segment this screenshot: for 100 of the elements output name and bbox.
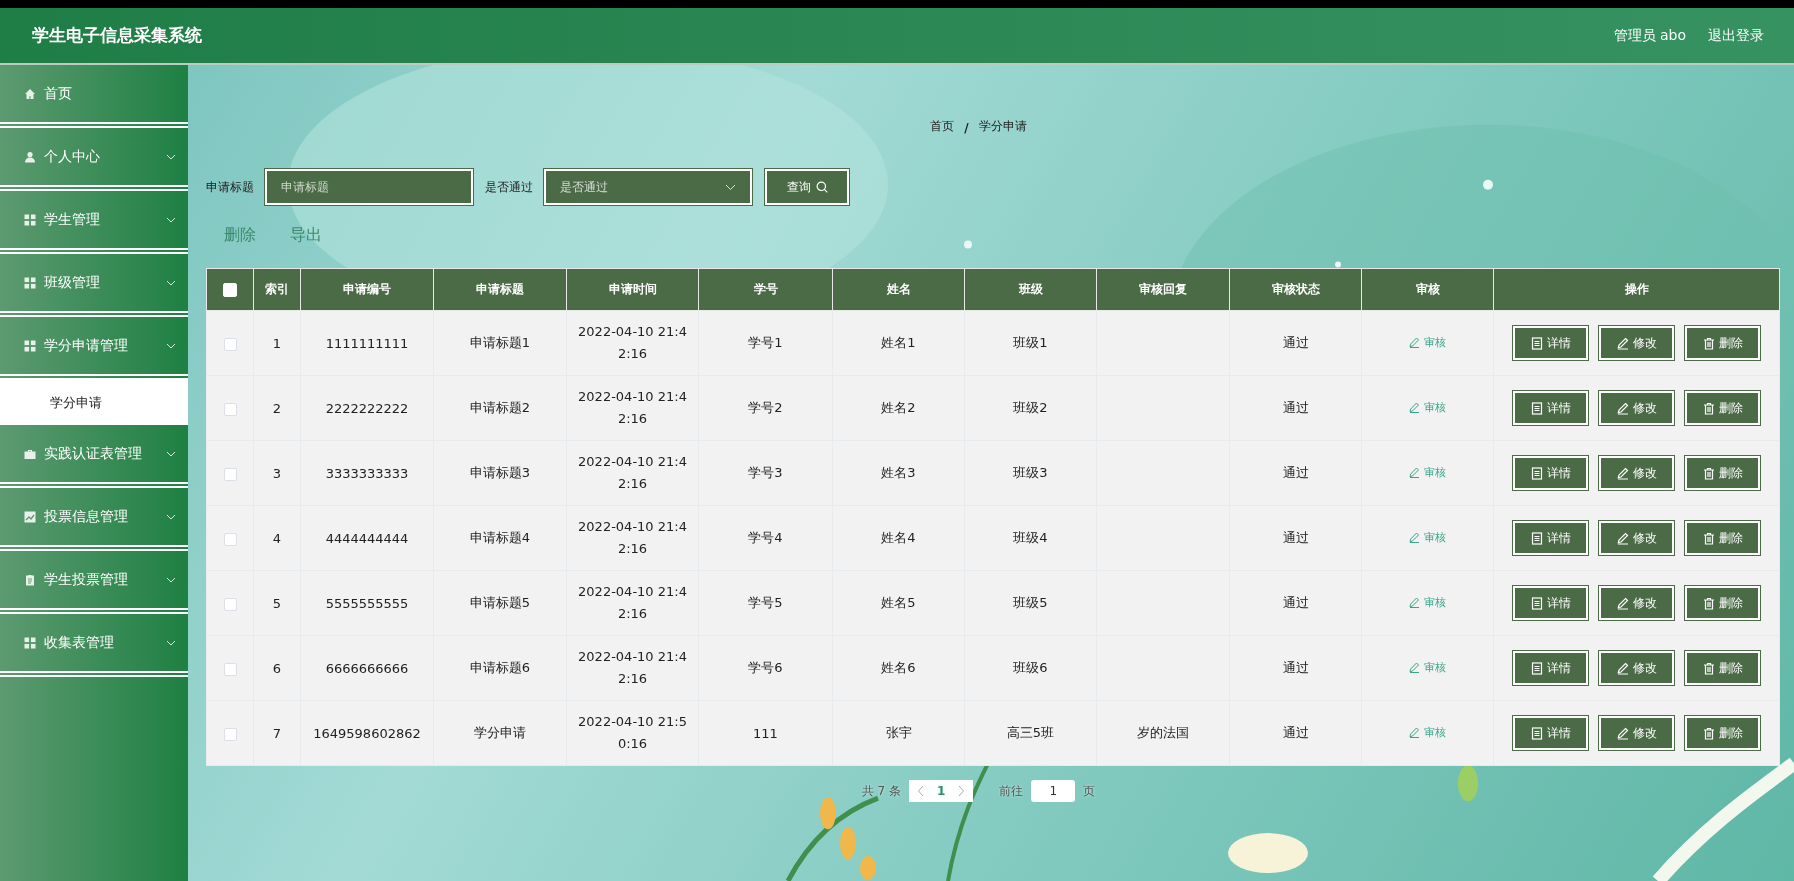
table-cell: 班级6: [1013, 660, 1048, 675]
table-cell: 申请标题3: [469, 465, 531, 480]
row-action-button[interactable]: 修改: [1599, 586, 1674, 620]
table-cell: 1649598602862: [313, 725, 421, 741]
row-action-button[interactable]: 详情: [1513, 326, 1588, 360]
table-cell: 姓名2: [881, 400, 916, 415]
table-cell: 姓名6: [881, 660, 916, 675]
table-cell: 班级5: [1013, 595, 1048, 610]
table-cell: 班级1: [1013, 335, 1048, 350]
table-cell: 申请标题2: [469, 400, 531, 415]
table-cell: 申请标题1: [469, 335, 531, 350]
table-cell: 申请标题6: [469, 660, 531, 675]
field-label: 申请标题: [206, 178, 254, 196]
table-cell: 学号1: [748, 335, 783, 350]
row-action-button[interactable]: 详情: [1513, 456, 1588, 490]
table-cell: 姓名4: [881, 530, 916, 545]
total-count: 共 7 条: [861, 782, 901, 800]
table-cell: 111: [753, 725, 778, 741]
table-cell: 申请标题5: [469, 595, 531, 610]
table-cell: 6: [272, 660, 282, 676]
table-cell: 学号2: [748, 400, 783, 415]
app-title: 学生电子信息采集系统: [32, 24, 202, 47]
column-header: 审核: [1415, 282, 1440, 296]
sidebar-subitem[interactable]: 学分申请: [0, 380, 188, 425]
table-cell: 4444444444: [325, 530, 409, 546]
row-action-button[interactable]: 删除: [1685, 391, 1760, 425]
row-action-button[interactable]: 修改: [1599, 456, 1674, 490]
row-action-button[interactable]: 修改: [1599, 391, 1674, 425]
logout-link[interactable]: 退出登录: [1708, 26, 1764, 45]
row-action-button[interactable]: 删除: [1685, 326, 1760, 360]
table-cell: 张宇: [885, 725, 912, 740]
table-cell: 通过: [1282, 595, 1309, 610]
row-action-button[interactable]: 修改: [1599, 326, 1674, 360]
table-cell: 3: [272, 465, 282, 481]
row-action-button[interactable]: 删除: [1685, 651, 1760, 685]
row-action-button[interactable]: 修改: [1599, 716, 1674, 750]
table-cell: 学分申请: [474, 725, 526, 740]
table-cell: 7: [272, 725, 282, 741]
table-cell-text: 2022-04-10 21:42:16: [577, 583, 688, 623]
table-cell-text: 2022-04-10 21:50:16: [577, 713, 688, 753]
row-action-button[interactable]: 修改: [1599, 521, 1674, 555]
admin-user: 管理员 abo: [1613, 26, 1686, 45]
breadcrumb-current: 学分申请: [978, 118, 1027, 135]
goto-label: 前往: [999, 782, 1024, 800]
row-action-button[interactable]: 删除: [1685, 586, 1760, 620]
table-cell: 5: [272, 595, 282, 611]
row-action-button[interactable]: 详情: [1513, 716, 1588, 750]
table-cell: 姓名5: [881, 595, 916, 610]
table-cell: 2222222222: [325, 400, 409, 416]
row-action-button[interactable]: 删除: [1685, 716, 1760, 750]
row-action-button[interactable]: 详情: [1513, 521, 1588, 555]
table-cell: 学号3: [748, 465, 783, 480]
field-label: 是否通过: [485, 178, 533, 196]
table-cell: 通过: [1282, 725, 1309, 740]
column-header: 班级: [1018, 282, 1043, 296]
table-cell: 6666666666: [325, 660, 409, 676]
table-cell: 1111111111: [325, 335, 409, 351]
row-action-button[interactable]: 删除: [1685, 521, 1760, 555]
table-cell: 班级4: [1013, 530, 1048, 545]
column-header: 申请编号: [343, 282, 391, 296]
row-action-button[interactable]: 详情: [1513, 391, 1588, 425]
table-cell: 申请标题4: [469, 530, 531, 545]
column-header: 审核状态: [1271, 282, 1320, 296]
table-cell: 学号5: [748, 595, 783, 610]
table-cell: 学号6: [748, 660, 783, 675]
table-cell: 5555555555: [325, 595, 409, 611]
table-cell: 3333333333: [325, 465, 409, 481]
row-action-button[interactable]: 删除: [1685, 456, 1760, 490]
column-header: 学号: [753, 282, 778, 296]
table-cell: 姓名3: [881, 465, 916, 480]
table-cell-text: 2022-04-10 21:42:16: [577, 453, 688, 493]
table-cell: 姓名1: [881, 335, 916, 350]
table-cell: 通过: [1282, 400, 1309, 415]
table-cell: 班级3: [1013, 465, 1048, 480]
query-button[interactable]: 查询: [765, 169, 849, 205]
page-input[interactable]: 1: [1031, 780, 1076, 802]
table-cell: 通过: [1282, 660, 1309, 675]
table-cell: 班级2: [1013, 400, 1048, 415]
table-cell-text: 2022-04-10 21:42:16: [577, 648, 688, 688]
table-cell: 1: [272, 335, 282, 351]
input-field[interactable]: 申请标题: [265, 169, 473, 205]
table-cell: 4: [272, 530, 282, 546]
table-cell: 2: [272, 400, 282, 416]
table-cell-text: 2022-04-10 21:42:16: [577, 518, 688, 558]
breadcrumb-separator: /: [964, 121, 969, 135]
column-header: 姓名: [886, 282, 911, 296]
table-cell: 通过: [1282, 465, 1309, 480]
table-cell: 学号4: [748, 530, 783, 545]
breadcrumb-link[interactable]: 首页: [930, 118, 955, 135]
page-number[interactable]: 1: [936, 784, 946, 798]
column-header: 索引: [265, 282, 289, 296]
table-cell: 岁的法国: [1137, 725, 1189, 740]
page-unit: 页: [1083, 782, 1096, 800]
select-field[interactable]: 是否通过: [544, 169, 752, 205]
column-header: 申请时间: [608, 282, 657, 296]
row-action-button[interactable]: 修改: [1599, 651, 1674, 685]
row-action-button[interactable]: 详情: [1513, 586, 1588, 620]
column-header: 审核回复: [1139, 282, 1187, 296]
row-action-button[interactable]: 详情: [1513, 651, 1588, 685]
column-header: 申请标题: [476, 282, 524, 296]
